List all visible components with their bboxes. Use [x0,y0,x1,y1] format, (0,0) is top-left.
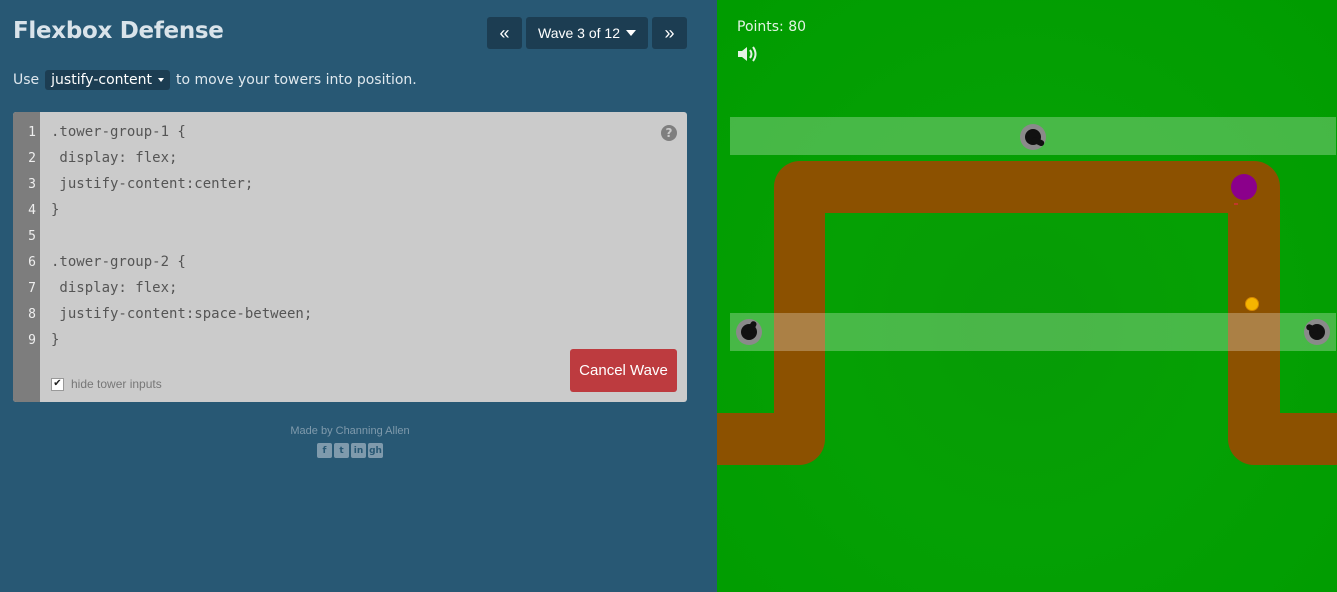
instruction-text: Use justify-content to move your towers … [13,70,417,90]
social-links: f t in gh [0,443,700,458]
code-line[interactable]: .tower-group-2 { [51,254,186,270]
game-title: Flexbox Defense [13,18,224,44]
caret-down-icon [626,30,636,36]
author-credit[interactable]: Made by Channing Allen [0,425,700,437]
line-number-gutter: 1 2 3 4 5 6 7 8 9 [13,112,40,402]
css-editor[interactable]: 1 2 3 4 5 6 7 8 9 .tower-group-1 { displ… [13,112,687,402]
wave-select-button[interactable]: Wave 3 of 12 [526,17,648,49]
enemy-health-bar [1234,203,1238,205]
next-wave-button[interactable]: » [652,17,687,49]
tower-cannon-icon [1304,319,1330,345]
tower-group-2 [730,313,1336,351]
github-icon[interactable]: gh [368,443,383,458]
line-number: 8 [28,307,36,322]
game-board: Points: 80 [717,0,1337,592]
property-select-value: justify-content [51,72,152,88]
previous-wave-button[interactable]: « [487,17,523,49]
enemy-path-top [774,161,1280,213]
help-icon[interactable]: ? [661,125,677,141]
instruction-suffix: to move your towers into position. [175,72,417,88]
code-line[interactable]: .tower-group-1 { [51,124,186,140]
points-counter: Points: 80 [737,19,807,35]
double-chevron-right-icon: » [664,22,675,43]
facebook-icon[interactable]: f [317,443,332,458]
twitter-icon[interactable]: t [334,443,349,458]
property-select[interactable]: justify-content [45,70,170,90]
caret-down-icon [157,78,164,82]
line-number: 1 [28,125,36,140]
line-number: 4 [28,203,36,218]
enemy-path-entry [717,413,797,465]
line-number: 2 [28,151,36,166]
code-line[interactable]: } [51,332,59,348]
code-line[interactable]: } [51,202,59,218]
hide-tower-inputs-label: hide tower inputs [71,377,162,391]
linkedin-icon[interactable]: in [351,443,366,458]
hide-tower-inputs-checkbox[interactable]: ✔ [51,377,64,391]
code-line[interactable]: display: flex; [51,150,177,166]
wave-navigation: « Wave 3 of 12 » [487,17,687,49]
double-chevron-left-icon: « [499,22,510,43]
code-line[interactable]: display: flex; [51,280,177,296]
enemy-path-exit [1257,413,1337,465]
line-number: 6 [28,255,36,270]
line-number: 5 [28,229,36,244]
line-number: 9 [28,333,36,348]
tower-cannon-icon [736,319,762,345]
tower-cannon-icon [1020,124,1046,150]
cancel-wave-button[interactable]: Cancel Wave [570,349,677,392]
instructions-panel: Flexbox Defense « Wave 3 of 12 » Use jus… [0,0,717,592]
enemy-creep [1231,174,1257,200]
hide-tower-inputs-toggle[interactable]: ✔ hide tower inputs [51,377,162,391]
code-line[interactable]: justify-content:space-between; [51,306,312,322]
line-number: 7 [28,281,36,296]
instruction-prefix: Use [13,72,40,88]
code-line[interactable]: justify-content:center; [51,176,253,192]
wave-label: Wave 3 of 12 [538,25,620,41]
coin-icon [1245,297,1259,311]
speaker-volume-icon[interactable] [737,45,759,63]
line-number: 3 [28,177,36,192]
